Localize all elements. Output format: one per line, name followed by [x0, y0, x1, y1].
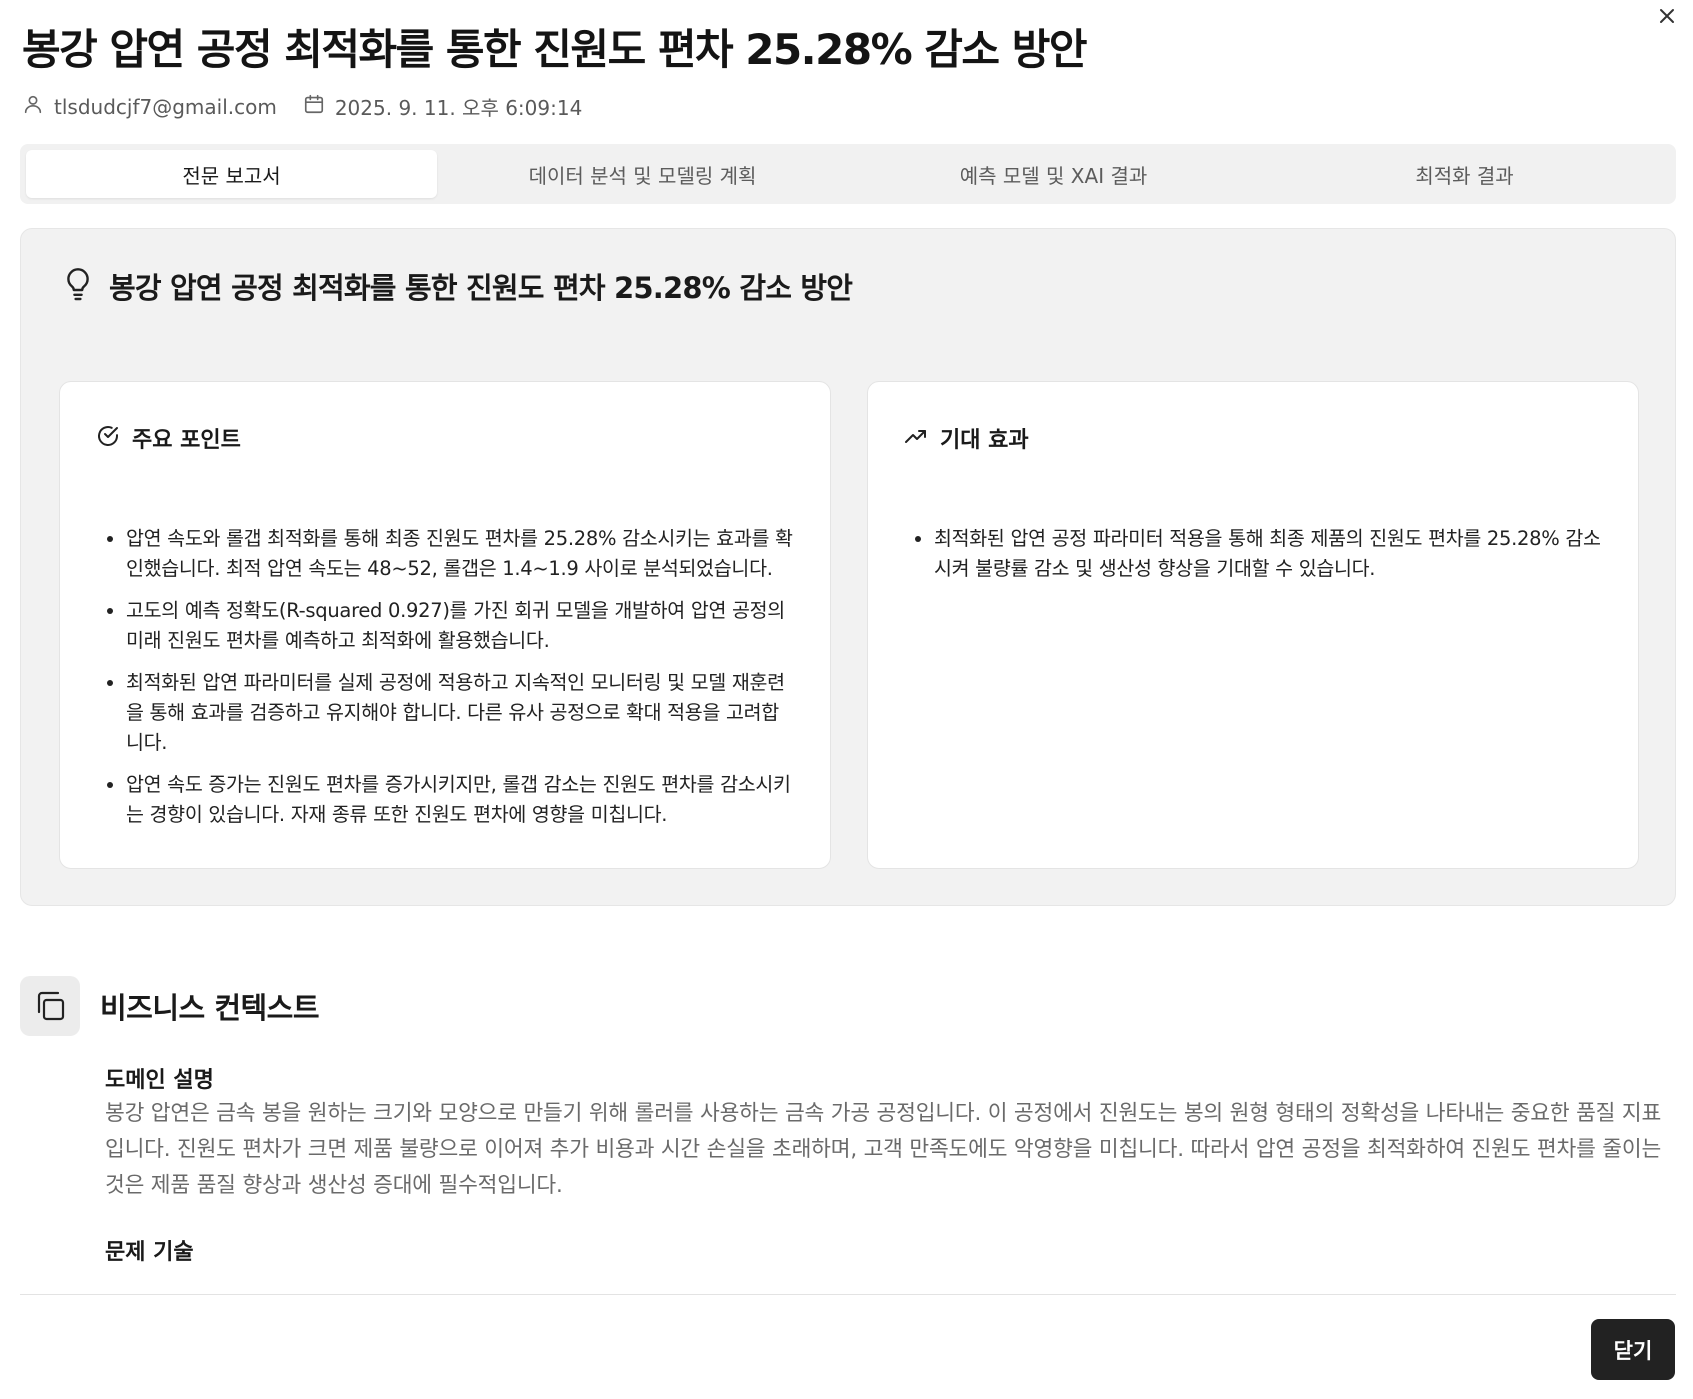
key-points-card: 주요 포인트 압연 속도와 롤갭 최적화를 통해 최종 진원도 편차를 25.2… — [59, 381, 831, 869]
report-tabs: 전문 보고서 데이터 분석 및 모델링 계획 예측 모델 및 XAI 결과 최적… — [20, 144, 1676, 204]
report-date: 2025. 9. 11. 오후 6:09:14 — [334, 96, 583, 120]
author-email: tlsdudcjf7@gmail.com — [54, 94, 277, 119]
copy-icon — [20, 976, 80, 1036]
lightbulb-icon — [63, 266, 109, 306]
expected-effects-card: 기대 효과 최적화된 압연 공정 파라미터 적용을 통해 최종 제품의 진원도 … — [867, 381, 1639, 869]
page-title: 봉강 압연 공정 최적화를 통한 진원도 편차 25.28% 감소 방안 — [22, 25, 1087, 74]
list-item: 고도의 예측 정확도(R-squared 0.927)를 가진 회귀 모델을 개… — [126, 596, 794, 656]
list-item: 압연 속도와 롤갭 최적화를 통해 최종 진원도 편차를 25.28% 감소시키… — [126, 524, 794, 584]
domain-description: 봉강 압연은 금속 봉을 원하는 크기와 모양으로 만들기 위해 롤러를 사용하… — [105, 1101, 1662, 1198]
summary-title: 봉강 압연 공정 최적화를 통한 진원도 편차 25.28% 감소 방안 — [109, 271, 853, 305]
tab-optimization[interactable]: 최적화 결과 — [1259, 150, 1670, 198]
business-context-title: 비즈니스 컨텍스트 — [100, 991, 320, 1025]
list-item: 최적화된 압연 공정 파라미터 적용을 통해 최종 제품의 진원도 편차를 25… — [934, 524, 1602, 584]
key-points-title: 주요 포인트 — [132, 428, 241, 453]
domain-heading: 도메인 설명 — [105, 1068, 214, 1093]
check-circle-icon — [96, 424, 132, 452]
footer-divider — [20, 1294, 1676, 1295]
close-button[interactable]: 닫기 — [1591, 1319, 1675, 1380]
author-info: tlsdudcjf7@gmail.com — [22, 93, 277, 120]
key-points-header: 주요 포인트 — [96, 422, 241, 454]
expected-effects-list: 최적화된 압연 공정 파라미터 적용을 통해 최종 제품의 진원도 편차를 25… — [934, 524, 1602, 596]
key-points-list: 압연 속도와 롤갭 최적화를 통해 최종 진원도 편차를 25.28% 감소시키… — [126, 524, 794, 842]
list-item: 최적화된 압연 파라미터를 실제 공정에 적용하고 지속적인 모니터링 및 모델… — [126, 668, 794, 758]
list-item: 압연 속도 증가는 진원도 편차를 증가시키지만, 롤갭 감소는 진원도 편차를… — [126, 770, 794, 830]
trending-up-icon — [904, 424, 940, 452]
date-info: 2025. 9. 11. 오후 6:09:14 — [303, 92, 582, 121]
tab-prediction-xai[interactable]: 예측 모델 및 XAI 결과 — [848, 150, 1259, 198]
summary-header: 봉강 압연 공정 최적화를 통한 진원도 편차 25.28% 감소 방안 — [63, 265, 853, 307]
close-icon[interactable] — [1655, 4, 1679, 28]
summary-panel: 봉강 압연 공정 최적화를 통한 진원도 편차 25.28% 감소 방안 주요 … — [20, 228, 1676, 906]
tab-data-analysis[interactable]: 데이터 분석 및 모델링 계획 — [437, 150, 848, 198]
expected-effects-header: 기대 효과 — [904, 422, 1029, 454]
tab-full-report[interactable]: 전문 보고서 — [26, 150, 437, 198]
user-icon — [22, 93, 54, 120]
expected-effects-title: 기대 효과 — [940, 428, 1029, 453]
report-meta: tlsdudcjf7@gmail.com 2025. 9. 11. 오후 6:0… — [22, 92, 608, 121]
business-context-header: 비즈니스 컨텍스트 — [20, 976, 320, 1036]
problem-heading: 문제 기술 — [105, 1240, 194, 1265]
calendar-icon — [303, 93, 335, 120]
